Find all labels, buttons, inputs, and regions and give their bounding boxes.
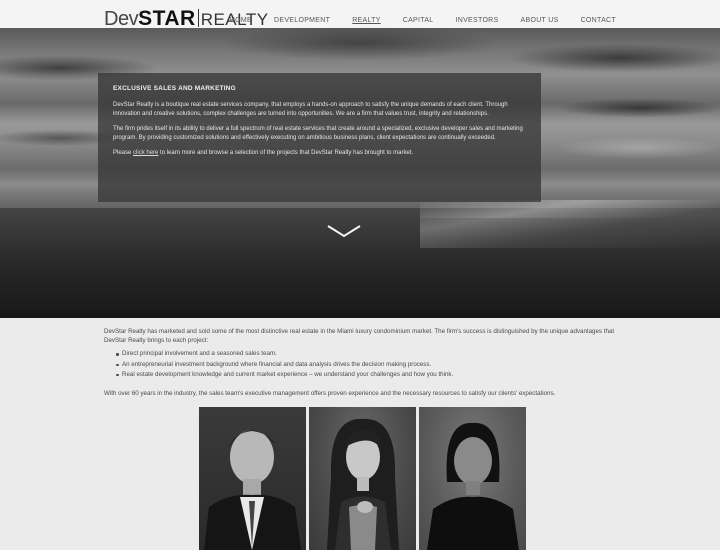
team-portraits: [199, 407, 527, 550]
team-member-photo-2[interactable]: [309, 407, 416, 550]
click-here-link[interactable]: click here: [133, 150, 158, 156]
logo-dev-text: Dev: [104, 8, 139, 30]
intro-paragraph-1: DevStar Realty is a boutique real estate…: [113, 102, 508, 117]
logo-star-text: STAR: [138, 7, 196, 30]
nav-investors[interactable]: INVESTORS: [455, 17, 498, 24]
main-nav: HOME DEVELOPMENT REALTY CAPITAL INVESTOR…: [208, 17, 616, 24]
team-member-photo-1[interactable]: [199, 407, 306, 550]
intro-para3-suffix: to learn more and browse a selection of …: [160, 150, 414, 156]
closing-paragraph: With over 60 years in the industry, the …: [104, 390, 556, 398]
nav-home[interactable]: HOME: [230, 17, 252, 24]
lead-paragraph: DevStar Realty has marketed and sold som…: [104, 328, 615, 345]
nav-contact[interactable]: CONTACT: [581, 17, 616, 24]
intro-paragraph-2: The firm prides itself in its ability to…: [113, 126, 523, 141]
intro-overlay-box: EXCLUSIVE SALES AND MARKETING DevStar Re…: [98, 73, 541, 202]
list-item: Real estate development knowledge and cu…: [116, 370, 624, 380]
intro-title: EXCLUSIVE SALES AND MARKETING: [113, 85, 236, 92]
hero-banner: EXCLUSIVE SALES AND MARKETING DevStar Re…: [0, 28, 720, 318]
team-member-photo-3[interactable]: [419, 407, 526, 550]
nav-capital[interactable]: CAPITAL: [403, 17, 434, 24]
nav-realty[interactable]: REALTY: [352, 17, 381, 24]
advantages-list: Direct principal involvement and a seaso…: [116, 349, 624, 380]
list-item: Direct principal involvement and a seaso…: [116, 349, 624, 359]
logo-divider: [197, 9, 199, 27]
nav-about-us[interactable]: ABOUT US: [521, 17, 559, 24]
scroll-down-chevron-icon[interactable]: [326, 223, 362, 239]
site-header: DevSTAR REALTY HOME DEVELOPMENT REALTY CA…: [0, 0, 720, 30]
intro-paragraph-3: Please click here to learn more and brow…: [113, 149, 526, 158]
list-item: An entrepreneurial investment background…: [116, 360, 624, 370]
intro-para3-prefix: Please: [113, 150, 132, 156]
nav-development[interactable]: DEVELOPMENT: [274, 17, 330, 24]
main-content: DevStar Realty has marketed and sold som…: [104, 327, 624, 398]
